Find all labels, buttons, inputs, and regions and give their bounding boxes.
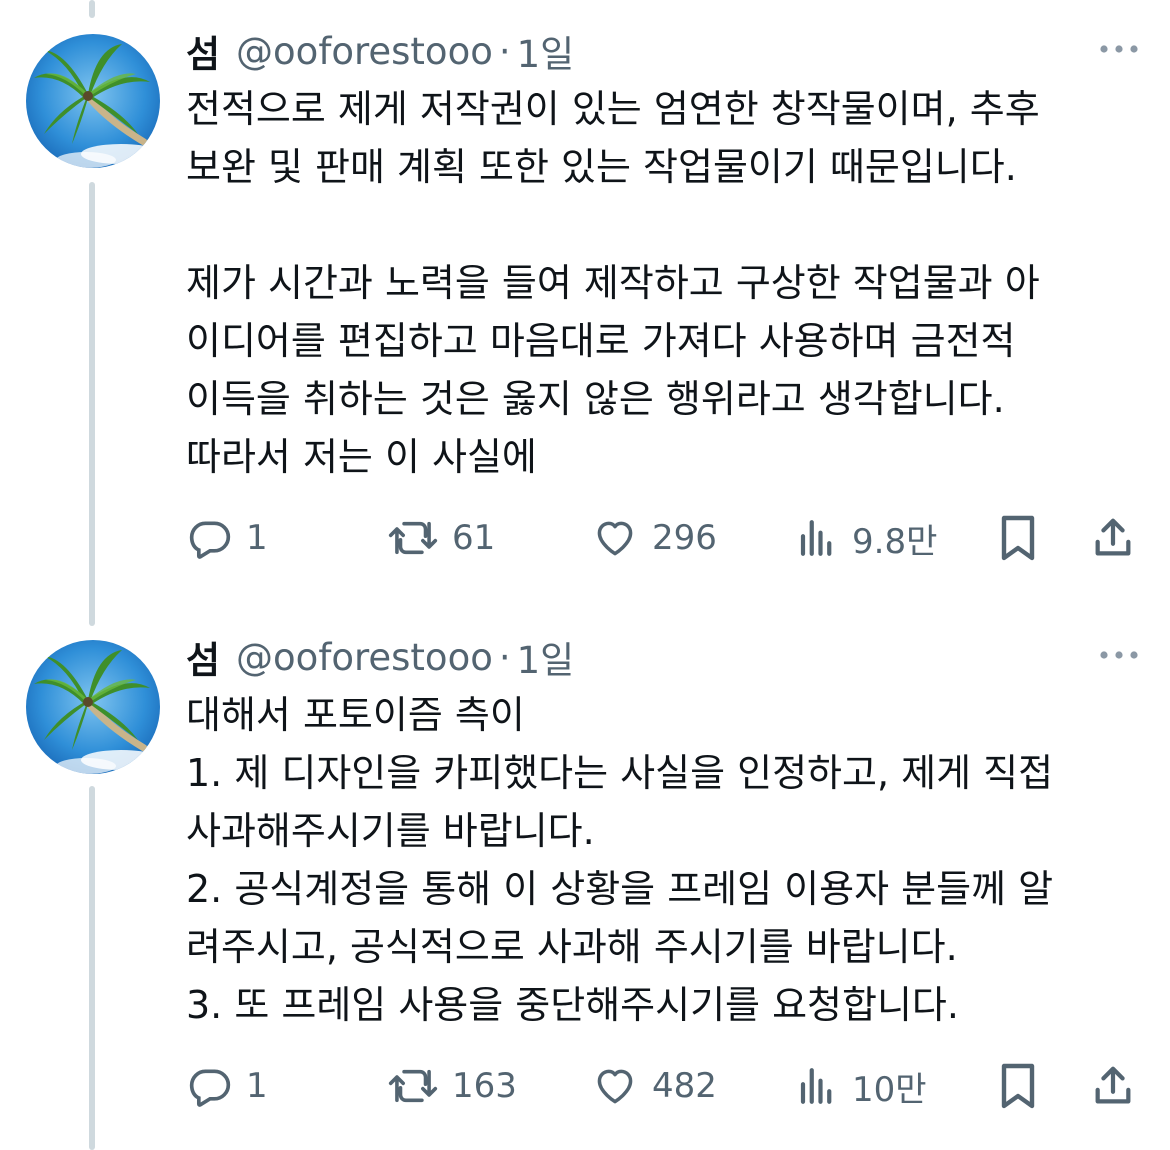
reply-count: 1: [246, 518, 268, 558]
view-count: 9.8만: [852, 521, 938, 562]
tweet-text-line: 제가 시간과 노력을 들여 제작하고 구상한 작업물과 아: [186, 261, 1040, 305]
bookmark-icon: [1001, 515, 1035, 561]
tweet-text-line: 보완 및 판매 계획 또한 있는 작업물이기 때문입니다.: [186, 145, 1017, 189]
reply-button[interactable]: 1: [188, 510, 268, 566]
thread-line-top: [89, 0, 95, 18]
tweet-text-line: 려주시고, 공식적으로 사과해 주시기를 바랍니다.: [186, 925, 958, 969]
display-name[interactable]: 섬: [186, 24, 220, 78]
share-button[interactable]: [1090, 510, 1136, 566]
reply-count: 1: [246, 1066, 268, 1106]
retweet-icon: [388, 521, 438, 555]
tweet-text-line: 2. 공식계정을 통해 이 상황을 프레임 이용자 분들께 알: [186, 867, 1054, 911]
views-button[interactable]: 10만: [796, 1058, 927, 1114]
bookmark-icon: [1001, 1063, 1035, 1109]
tweet-header: 섬 @ooforestooo · 1일: [186, 28, 574, 77]
tweet-1[interactable]: 섬 @ooforestooo · 1일 전적으로 제게 저작권이 있는 엄연한 …: [0, 28, 1170, 588]
view-count: 10만: [852, 1069, 927, 1110]
views-button[interactable]: 9.8만: [796, 510, 937, 566]
tweet-actions: 1 61 296 9.8만: [0, 510, 1170, 566]
share-icon: [1095, 1066, 1131, 1104]
reply-button[interactable]: 1: [188, 1058, 268, 1114]
heart-icon: [597, 521, 633, 556]
palm-tree-avatar-image: [26, 640, 160, 774]
share-button[interactable]: [1090, 1058, 1136, 1114]
reply-icon: [189, 521, 231, 559]
avatar[interactable]: [26, 640, 160, 774]
tweet-text-line: 대해서 포토이즘 측이: [186, 693, 525, 737]
tweet-text-line: 전적으로 제게 저작권이 있는 엄연한 창작물이며, 추후: [186, 87, 1040, 131]
avatar[interactable]: [26, 34, 160, 168]
tweet-text-line: 따라서 저는 이 사실에: [186, 435, 537, 479]
retweet-button[interactable]: 61: [388, 510, 495, 566]
tweet-text-line: [186, 196, 1040, 254]
reply-icon: [189, 1069, 231, 1107]
like-button[interactable]: 296: [592, 510, 717, 566]
views-chart-icon: [800, 520, 832, 556]
share-icon: [1095, 518, 1131, 556]
tweet-actions: 1 163 482 10만: [0, 1058, 1170, 1114]
separator-dot: ·: [498, 635, 511, 679]
palm-tree-avatar-image: [26, 34, 160, 168]
tweet-text-line: 사과해주시기를 바랍니다.: [186, 809, 595, 853]
views-chart-icon: [800, 1068, 832, 1104]
tweet-header: 섬 @ooforestooo · 1일: [186, 634, 574, 683]
heart-icon: [597, 1069, 633, 1104]
timestamp[interactable]: 1일: [517, 24, 575, 78]
like-count: 296: [652, 518, 717, 558]
like-button[interactable]: 482: [592, 1058, 717, 1114]
tweet-text-line: 3. 또 프레임 사용을 중단해주시기를 요청합니다.: [186, 983, 959, 1027]
bookmark-button[interactable]: [998, 1058, 1038, 1114]
tweet-text: 대해서 포토이즘 측이 1. 제 디자인을 카피했다는 사실을 인정하고, 제게…: [186, 686, 1053, 1034]
user-handle[interactable]: @ooforestooo: [236, 30, 493, 73]
tweet-text-line: 이디어를 편집하고 마음대로 가져다 사용하며 금전적: [186, 319, 1016, 363]
like-count: 482: [652, 1066, 717, 1106]
tweet-text-line: 이득을 취하는 것은 옳지 않은 행위라고 생각합니다.: [186, 377, 1005, 421]
more-dots-icon[interactable]: [1098, 34, 1140, 64]
tweet-text: 전적으로 제게 저작권이 있는 엄연한 창작물이며, 추후 보완 및 판매 계획…: [186, 80, 1040, 486]
separator-dot: ·: [498, 29, 511, 73]
display-name[interactable]: 섬: [186, 630, 220, 684]
retweet-count: 61: [452, 518, 496, 558]
tweet-2[interactable]: 섬 @ooforestooo · 1일 대해서 포토이즘 측이 1. 제 디자인…: [0, 634, 1170, 1134]
retweet-count: 163: [452, 1066, 517, 1106]
retweet-icon: [388, 1069, 438, 1103]
bookmark-button[interactable]: [998, 510, 1038, 566]
user-handle[interactable]: @ooforestooo: [236, 636, 493, 679]
timestamp[interactable]: 1일: [517, 630, 575, 684]
more-dots-icon[interactable]: [1098, 640, 1140, 670]
tweet-text-line: 1. 제 디자인을 카피했다는 사실을 인정하고, 제게 직접: [186, 751, 1054, 795]
retweet-button[interactable]: 163: [388, 1058, 517, 1114]
